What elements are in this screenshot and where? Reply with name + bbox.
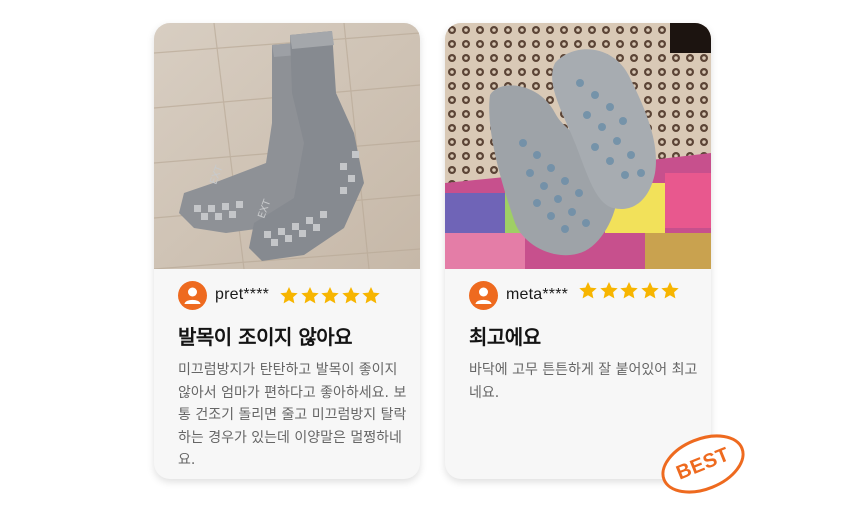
star-icon — [341, 286, 360, 303]
star-rating — [279, 286, 382, 305]
best-badge: BEST — [657, 433, 749, 495]
review-body: 미끄럼방지가 탄탄하고 발목이 좋이지 않아서 엄마가 편하다고 좋아하세요. … — [178, 362, 407, 468]
star-icon — [300, 286, 319, 303]
star-icon — [640, 281, 659, 298]
avatar — [469, 280, 498, 310]
star-rating — [578, 281, 681, 300]
star-icon — [362, 286, 380, 303]
star-icon — [620, 281, 638, 298]
review-card[interactable]: meta**** 최고에요 바닥에 고무 튼튼하게 잘 붙어있어 최고네요. — [445, 23, 711, 479]
socks-photo-icon: EXT EXT — [154, 23, 420, 269]
user-icon — [184, 287, 201, 304]
star-icon — [599, 281, 618, 298]
star-icon — [321, 286, 339, 303]
grip-socks-photo-icon — [445, 23, 711, 269]
review-photo[interactable] — [445, 23, 711, 269]
review-meta: meta**** — [469, 280, 681, 310]
star-icon — [661, 281, 679, 298]
star-icon — [280, 286, 298, 303]
username: pret**** — [215, 286, 270, 303]
username: meta**** — [506, 286, 569, 303]
review-body: 바닥에 고무 튼튼하게 잘 붙어있어 최고네요. — [469, 362, 698, 401]
user-icon — [475, 287, 492, 304]
avatar — [178, 280, 207, 310]
review-meta: pret**** — [178, 280, 382, 310]
review-photo[interactable]: EXT EXT — [154, 23, 420, 269]
review-title: 발목이 조이지 않아요 — [178, 325, 353, 349]
review-title: 최고에요 — [469, 325, 541, 349]
star-icon — [579, 281, 597, 298]
review-card[interactable]: EXT EXT pret**** 발목이 조이지 않아요 미끄럼방지가 탄탄하고… — [154, 23, 420, 479]
